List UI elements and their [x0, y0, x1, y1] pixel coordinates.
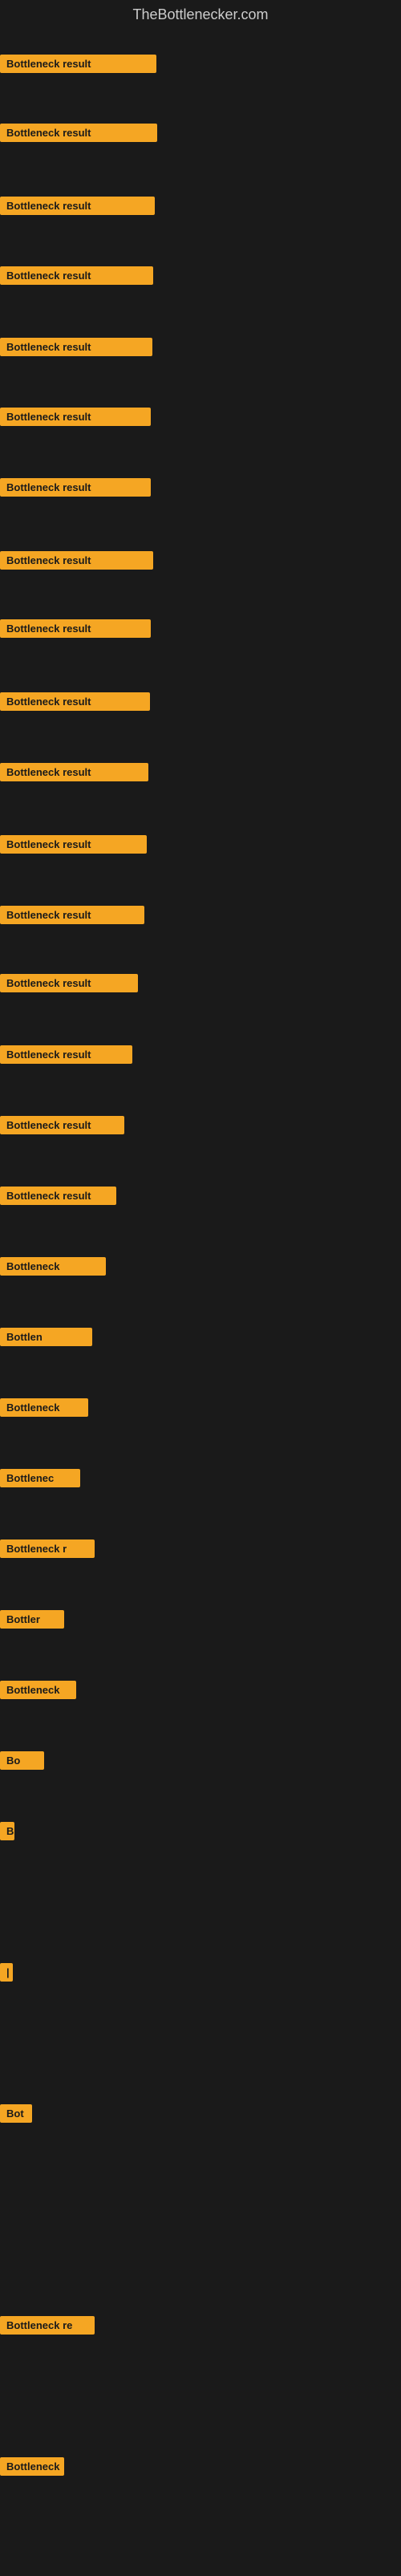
bottleneck-result-label: Bottleneck result: [0, 619, 151, 638]
bottleneck-result-label: Bottleneck re: [0, 2316, 95, 2335]
bottleneck-result-label: Bottleneck result: [0, 478, 151, 497]
bottleneck-result-label: Bottleneck result: [0, 124, 157, 142]
bottleneck-result-label: Bottleneck: [0, 1398, 88, 1417]
bottleneck-result-label: Bottlenec: [0, 1469, 80, 1487]
bottleneck-result-label: Bottleneck result: [0, 551, 153, 570]
bottleneck-result-label: |: [0, 1963, 13, 1982]
bottleneck-result-label: Bottleneck result: [0, 906, 144, 924]
bottleneck-result-label: Bottleneck result: [0, 974, 138, 992]
bottleneck-result-label: Bottleneck result: [0, 408, 151, 426]
bottleneck-result-label: B: [0, 1822, 14, 1840]
bottleneck-result-label: Bottleneck: [0, 1257, 106, 1276]
bottleneck-result-label: Bottler: [0, 1610, 64, 1629]
bottleneck-result-label: Bottleneck result: [0, 1187, 116, 1205]
bottleneck-result-label: Bottleneck result: [0, 1116, 124, 1134]
bottleneck-result-label: Bottleneck result: [0, 55, 156, 73]
bottleneck-result-label: Bottleneck result: [0, 1045, 132, 1064]
site-title: TheBottlenecker.com: [0, 0, 401, 33]
bottleneck-result-label: Bottleneck: [0, 1681, 76, 1699]
bottleneck-result-label: Bottleneck result: [0, 266, 153, 285]
bottleneck-result-label: Bottlen: [0, 1328, 92, 1346]
bottleneck-result-label: Bottleneck result: [0, 338, 152, 356]
bottleneck-result-label: Bottleneck: [0, 2457, 64, 2476]
bottleneck-result-label: Bot: [0, 2104, 32, 2123]
bottleneck-result-label: Bottleneck r: [0, 1540, 95, 1558]
bottleneck-result-label: Bo: [0, 1751, 44, 1770]
bottleneck-result-label: Bottleneck result: [0, 692, 150, 711]
bottleneck-result-label: Bottleneck result: [0, 835, 147, 854]
bottleneck-result-label: Bottleneck result: [0, 763, 148, 781]
bottleneck-result-label: Bottleneck result: [0, 197, 155, 215]
